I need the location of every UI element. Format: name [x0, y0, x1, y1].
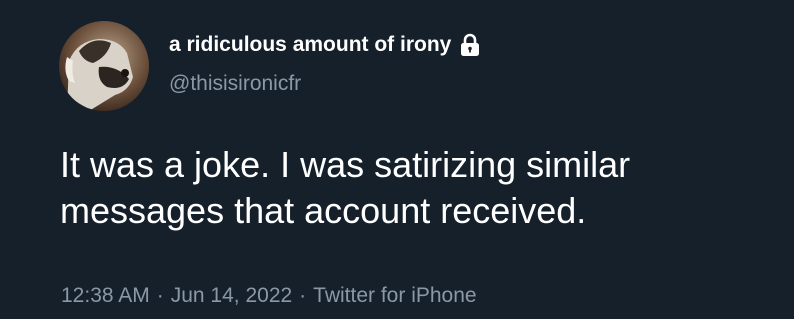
author-name[interactable]: a ridiculous amount of irony: [169, 33, 481, 57]
author-handle[interactable]: @thisisironicfr: [169, 72, 301, 96]
meta-separator: ·: [299, 284, 307, 307]
lock-icon: [459, 33, 481, 57]
avatar[interactable]: [59, 21, 149, 111]
tweet-meta: 12:38 AM · Jun 14, 2022 · Twitter for iPhone: [61, 284, 477, 308]
tweet-time[interactable]: 12:38 AM: [61, 284, 150, 307]
profile-photo-icon: [59, 21, 149, 111]
tweet-text: It was a joke. I was satirizing similar …: [60, 142, 780, 234]
tweet-text-line: messages that account received.: [60, 190, 587, 231]
meta-separator: ·: [156, 284, 164, 307]
tweet-source[interactable]: Twitter for iPhone: [313, 284, 476, 307]
tweet-text-line: It was a joke. I was satirizing similar: [60, 144, 631, 185]
tweet-card: a ridiculous amount of irony @thisisiron…: [0, 0, 794, 319]
author-display-name[interactable]: a ridiculous amount of irony: [169, 33, 451, 57]
tweet-date[interactable]: Jun 14, 2022: [171, 284, 292, 307]
